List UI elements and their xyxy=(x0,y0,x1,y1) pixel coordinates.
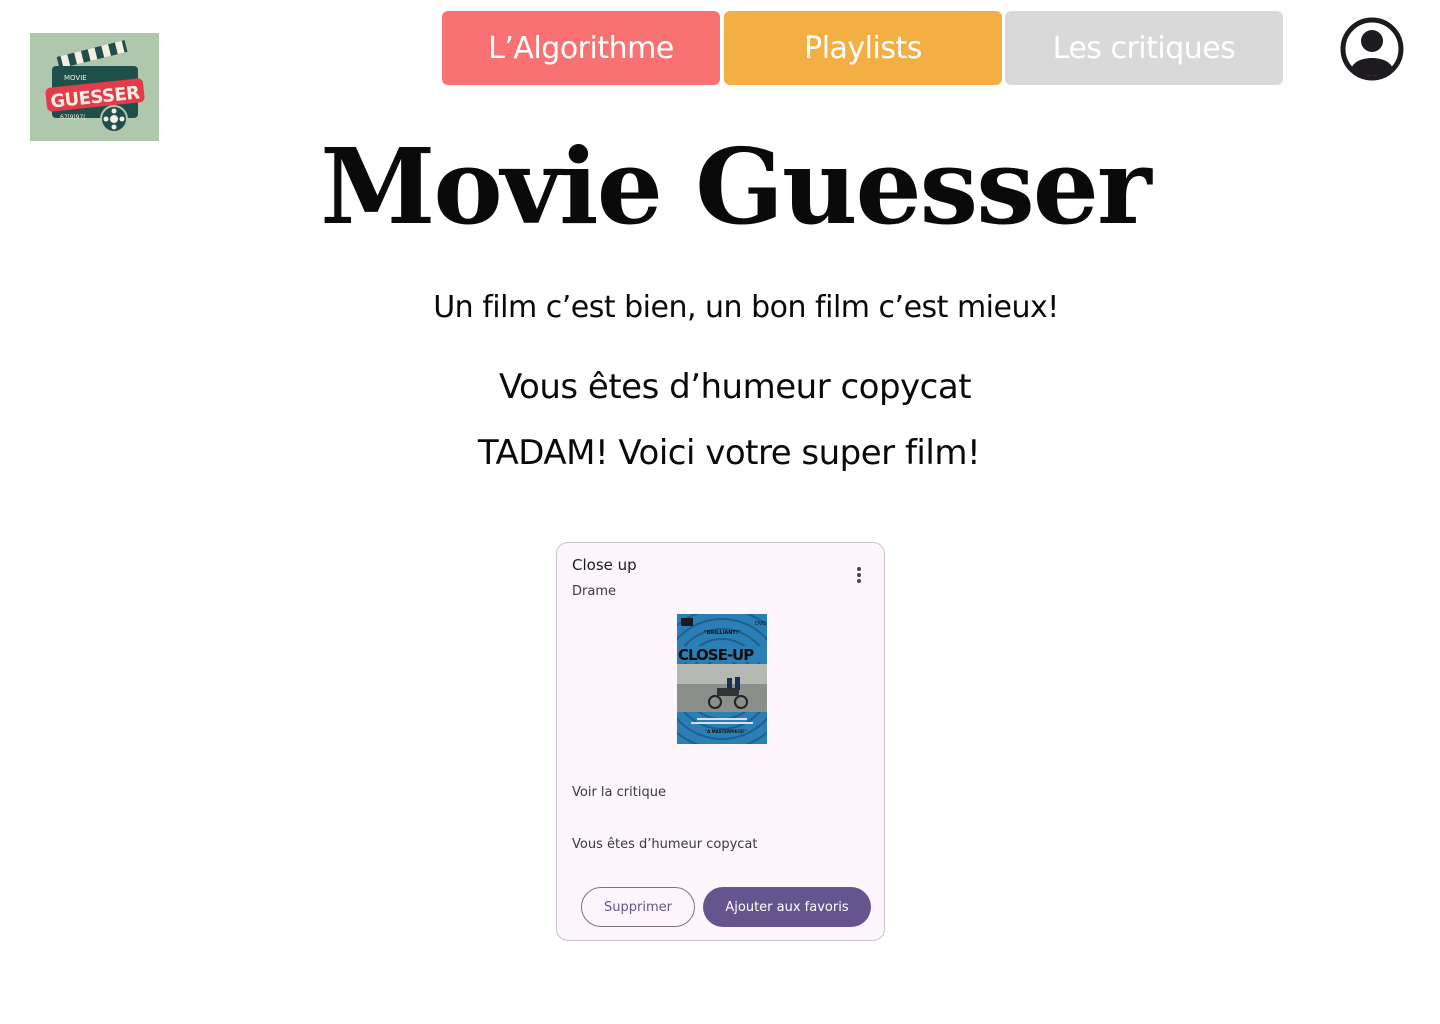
poster-quote-top: "BRILLIANT!" xyxy=(704,630,741,636)
view-review-link[interactable]: Voir la critique xyxy=(572,785,666,800)
movie-mood: Vous êtes d’humeur copycat xyxy=(572,837,758,852)
more-vert-icon[interactable] xyxy=(849,567,869,589)
delete-button[interactable]: Supprimer xyxy=(581,887,695,927)
logo-top-text: MOVIE xyxy=(64,74,87,82)
add-to-favorites-button[interactable]: Ajouter aux favoris xyxy=(703,887,871,927)
movie-genre: Drame xyxy=(572,584,616,599)
page-title: Movie Guesser xyxy=(320,125,1151,248)
poster-quote-bottom: "A MASTERPIECE!" xyxy=(705,729,747,734)
movie-poster: DVD "BRILLIANT!" CLOSE-UP "A MASTERPIECE… xyxy=(677,614,767,744)
nav-playlists-button[interactable]: Playlists xyxy=(724,11,1002,85)
poster-label: DVD xyxy=(755,621,766,627)
nav-critiques-button[interactable]: Les critiques xyxy=(1005,11,1283,85)
movie-title: Close up xyxy=(572,556,637,574)
movie-card: Close up Drame DVD "BRILLIANT!" CLOSE-UP xyxy=(556,542,885,941)
account-circle-icon[interactable] xyxy=(1340,17,1404,81)
mood-heading: Vous êtes d’humeur copycat xyxy=(498,367,972,407)
poster-title: CLOSE-UP xyxy=(678,646,754,664)
result-heading: TADAM! Voici votre super film! xyxy=(477,433,981,473)
tagline: Un film c’est bien, un bon film c’est mi… xyxy=(433,290,1059,325)
logo-strip-text: 67|9|97| xyxy=(60,114,85,121)
nav-algorithm-button[interactable]: L’Algorithme xyxy=(442,11,720,85)
